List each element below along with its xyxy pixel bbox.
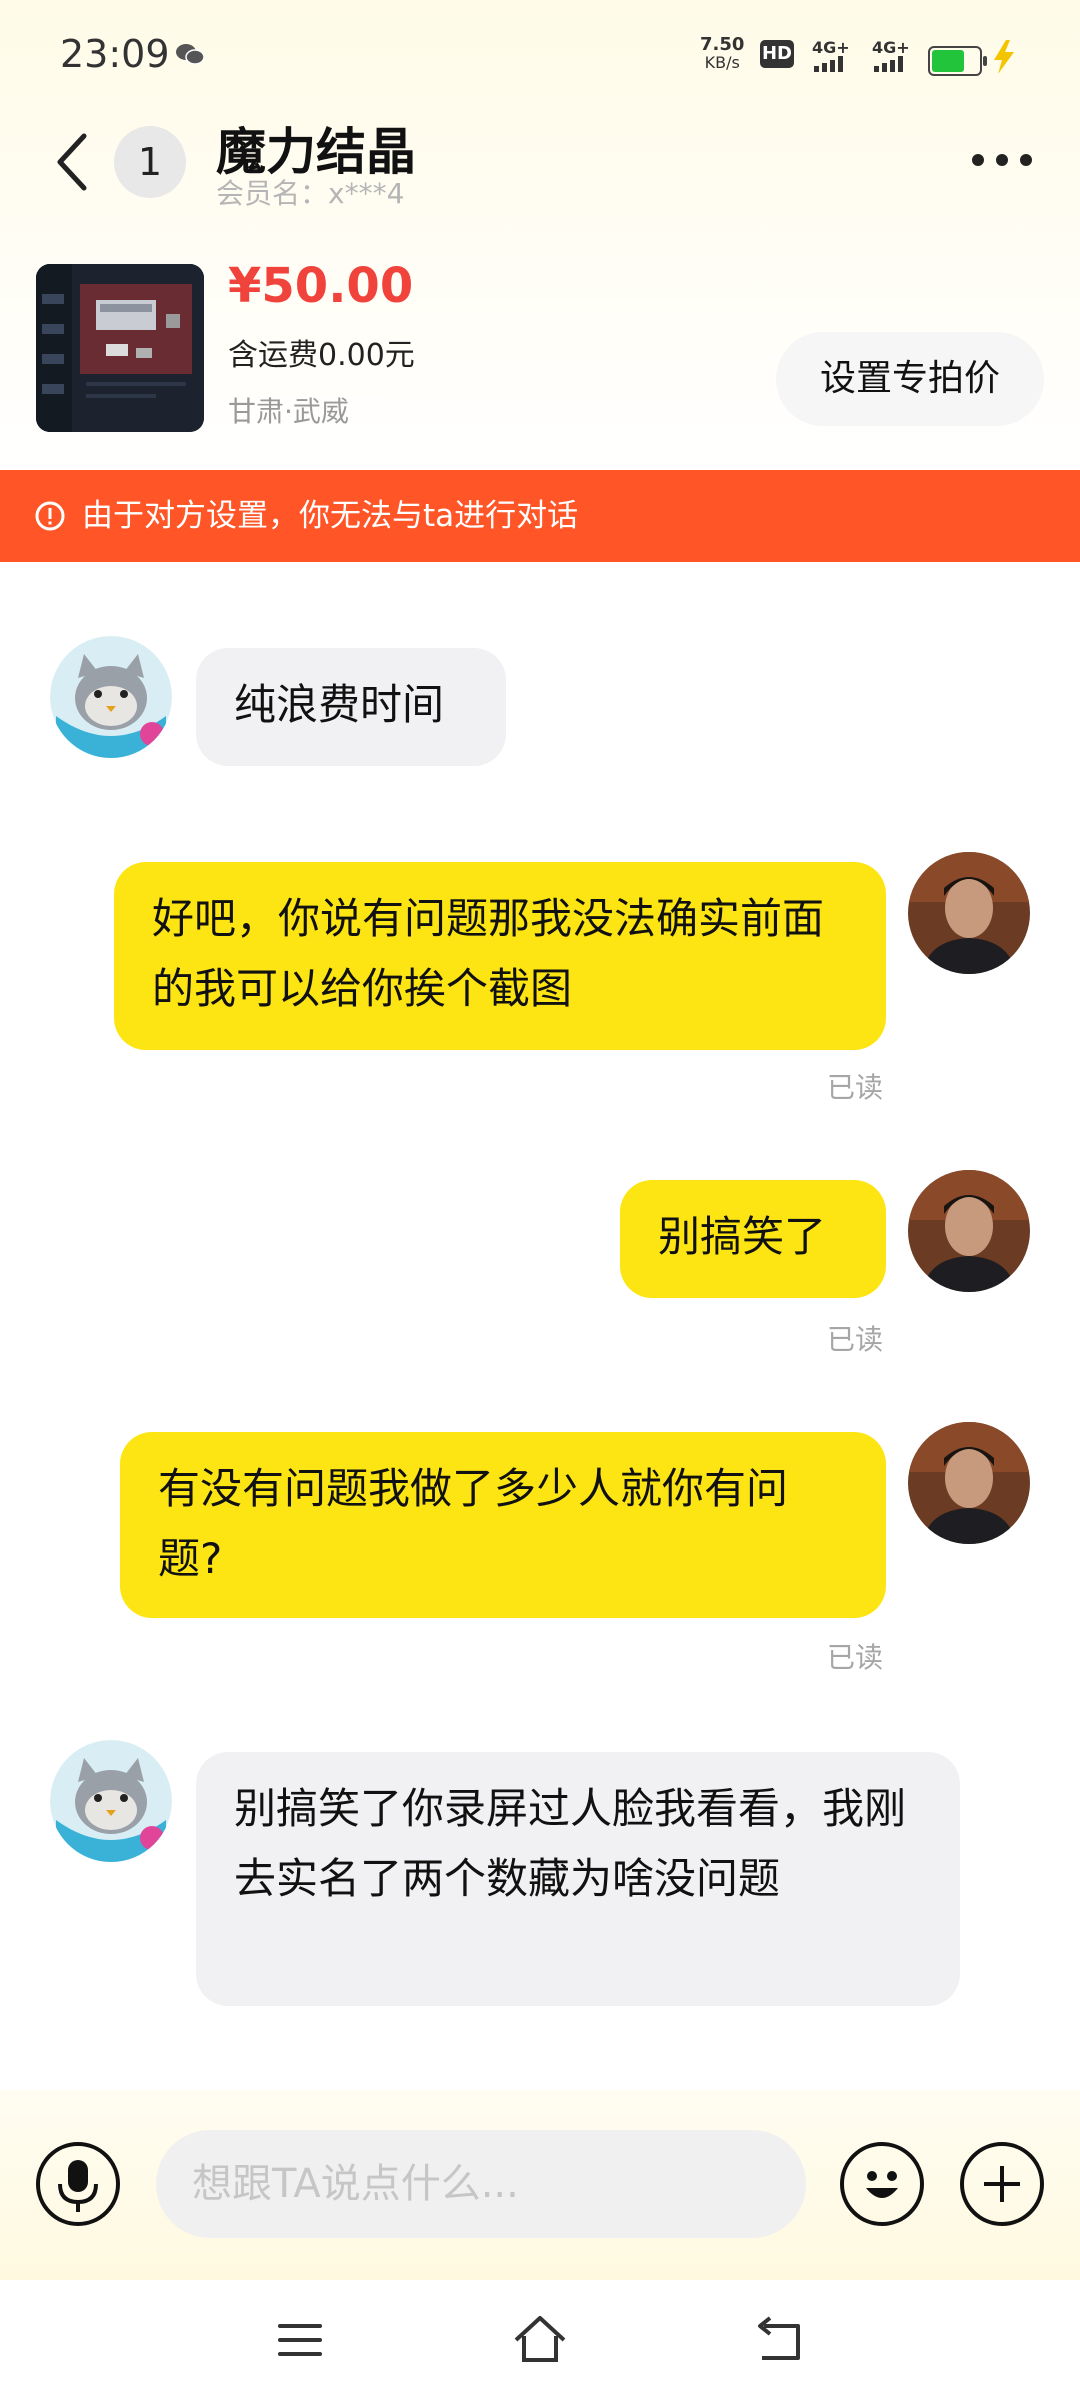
more-options-button[interactable] <box>970 150 1034 170</box>
message-bubble-sent[interactable]: 好吧，你说有问题那我没法确实前面的我可以给你挨个截图 <box>114 862 886 1050</box>
hd-volte-icon: HD <box>760 40 794 68</box>
signal-bars-icon <box>874 56 903 72</box>
shipping-fee: 含运费0.00元 <box>228 338 415 373</box>
back-button[interactable] <box>50 130 94 194</box>
charging-bolt-icon <box>994 40 1014 74</box>
message-input[interactable]: 想跟TA说点什么... <box>156 2130 806 2238</box>
avatar[interactable] <box>50 1740 172 1862</box>
battery-icon <box>928 46 987 76</box>
status-time: 23:09 <box>60 32 170 76</box>
member-name: 会员名：x***4 <box>216 177 405 210</box>
read-receipt: 已读 <box>827 1071 884 1104</box>
user-avatar-icon <box>908 852 1030 974</box>
user-avatar-icon <box>908 1422 1030 1544</box>
set-special-price-button[interactable]: 设置专拍价 <box>776 332 1044 426</box>
return-icon[interactable] <box>750 2310 810 2370</box>
network-speed-value: 7.50 <box>700 34 745 55</box>
alert-circle-icon <box>35 501 65 531</box>
read-receipt: 已读 <box>827 1323 884 1356</box>
message-bubble-sent[interactable]: 有没有问题我做了多少人就你有问题? <box>120 1432 886 1618</box>
message-text: 有没有问题我做了多少人就你有问题? <box>158 1464 789 1583</box>
message-text: 别搞笑了你录屏过人脸我看看，我刚去实名了两个数藏为啥没问题 <box>234 1784 907 1903</box>
message-bubble-received[interactable]: 纯浪费时间 <box>196 648 506 766</box>
status-bar: 23:09 7.50 KB/s HD 4G+ 4G+ <box>0 0 1080 110</box>
avatar[interactable] <box>908 1422 1030 1544</box>
product-thumbnail[interactable] <box>36 264 204 432</box>
product-image <box>36 264 204 432</box>
network-speed-unit: KB/s <box>704 53 740 72</box>
menu-icon[interactable] <box>270 2310 330 2370</box>
avatar[interactable] <box>50 636 172 758</box>
home-icon[interactable] <box>510 2310 570 2370</box>
cat-avatar-icon <box>50 1740 172 1862</box>
message-text: 好吧，你说有问题那我没法确实前面的我可以给你挨个截图 <box>152 894 825 1013</box>
more-actions-button[interactable] <box>960 2142 1044 2226</box>
microphone-icon <box>58 2160 98 2212</box>
avatar[interactable] <box>908 852 1030 974</box>
sim1-signal-icon: 4G+ <box>812 38 862 72</box>
banner-text: 由于对方设置，你无法与ta进行对话 <box>82 498 579 534</box>
sim1-label: 4G+ <box>812 38 850 57</box>
message-text: 别搞笑了 <box>658 1212 827 1261</box>
read-receipt: 已读 <box>827 1641 884 1674</box>
wechat-notification-icon <box>176 44 205 65</box>
product-location: 甘肃·武威 <box>228 395 349 428</box>
sim2-signal-icon: 4G+ <box>872 38 922 72</box>
signal-bars-icon <box>814 56 843 72</box>
avatar[interactable] <box>908 1170 1030 1292</box>
unread-count-badge[interactable]: 1 <box>114 126 186 198</box>
emoji-button[interactable] <box>840 2142 924 2226</box>
emoji-icon <box>866 2171 898 2198</box>
message-bubble-received[interactable]: 别搞笑了你录屏过人脸我看看，我刚去实名了两个数藏为啥没问题 <box>196 1752 960 2006</box>
message-text: 纯浪费时间 <box>234 680 445 729</box>
blocked-conversation-banner: 由于对方设置，你无法与ta进行对话 <box>0 470 1080 562</box>
network-speed: 7.50 KB/s <box>700 36 744 72</box>
plus-icon <box>984 2166 1020 2202</box>
message-bubble-sent[interactable]: 别搞笑了 <box>620 1180 886 1298</box>
user-avatar-icon <box>908 1170 1030 1292</box>
sim2-label: 4G+ <box>872 38 910 57</box>
voice-input-button[interactable] <box>36 2142 120 2226</box>
product-price: ¥50.00 <box>228 258 414 314</box>
battery-level <box>932 50 964 72</box>
cat-avatar-icon <box>50 636 172 758</box>
